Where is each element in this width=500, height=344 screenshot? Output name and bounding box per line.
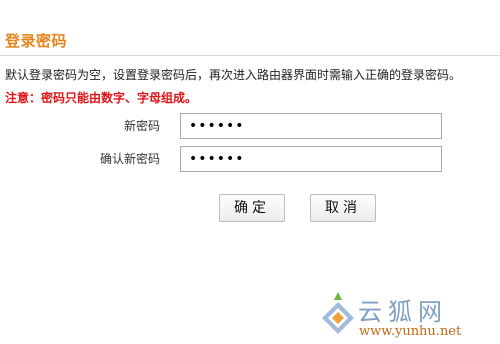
new-password-label: 新密码 [123,119,160,133]
cancel-button[interactable]: 取消 [310,194,376,222]
warning-note: 注意：密码只能由数字、字母组成。 [5,91,198,105]
description-text: 默认登录密码为空，设置登录密码后，再次进入路由器界面时需输入正确的登录密码。 [5,68,462,82]
watermark-site-name: 云狐网 [358,298,448,326]
section-title: 登录密码 [5,32,68,50]
title-divider [0,55,500,56]
confirm-password-input[interactable] [180,146,442,172]
confirm-button[interactable]: 确定 [219,194,285,222]
confirm-password-label: 确认新密码 [99,152,160,166]
new-password-input[interactable] [180,113,442,139]
router-password-settings-page: 登录密码 默认登录密码为空，设置登录密码后，再次进入路由器界面时需输入正确的登录… [0,0,500,344]
watermark-url: www.yunhu.net [359,324,462,339]
yunhu-logo-icon [318,290,358,342]
site-watermark: 云狐网 www.yunhu.net [318,286,500,344]
